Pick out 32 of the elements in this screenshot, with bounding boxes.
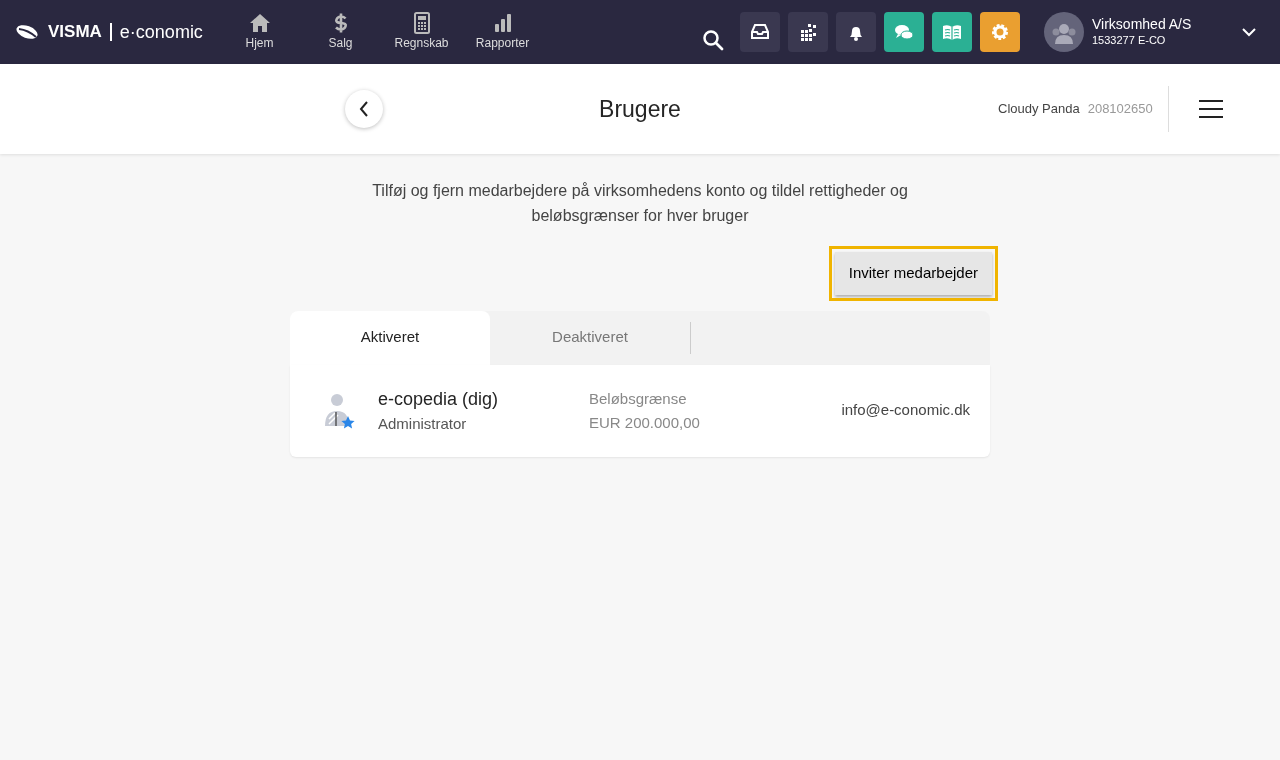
tab[interactable]: Deaktiveret: [490, 310, 690, 365]
tab[interactable]: Aktiveret: [290, 310, 490, 365]
menu-icon[interactable]: [1198, 100, 1223, 118]
nav-item[interactable]: Rapporter: [462, 12, 543, 52]
logo-icon: [16, 25, 40, 39]
logo-brand: VISMA: [48, 21, 102, 44]
account-number: 1533277 E-CO: [1092, 33, 1167, 48]
limit-label: Beløbsgrænse: [589, 388, 688, 409]
avatar-icon[interactable]: [1044, 12, 1084, 52]
toolbar-button[interactable]: [740, 12, 780, 52]
chevron-down-icon[interactable]: [1242, 27, 1256, 37]
logo-product: e·conomic: [119, 20, 203, 44]
settings-icon: [989, 21, 1011, 43]
user-role: Administrator: [378, 413, 468, 434]
intro-text: Tilføj og fjern medarbejdere på virksomhedens konto og tildel rettigheder og beløbsgrænser for hver bruger: [371, 181, 909, 226]
company-name: Virksomhed A/S: [1092, 16, 1193, 34]
nav-item[interactable]: Salg: [300, 12, 381, 52]
user-name: e-copedia (dig): [378, 387, 500, 411]
limit-amount: EUR 200.000,00: [589, 412, 701, 433]
user-id: 208102650: [1087, 100, 1153, 119]
house-icon: [248, 12, 271, 34]
nav-item[interactable]: Hjem: [219, 12, 300, 52]
search-icon[interactable]: [702, 29, 724, 51]
chevron-left-icon: [359, 101, 369, 117]
user-email: info@e-conomic.dk: [840, 400, 970, 421]
back-button[interactable]: [345, 90, 383, 128]
user-admin-icon: [324, 392, 356, 429]
toolbar-button[interactable]: [836, 12, 876, 52]
nav-item[interactable]: Regnskab: [381, 12, 462, 52]
toolbar-button[interactable]: [788, 12, 828, 52]
user-name: Cloudy Panda: [998, 100, 1080, 119]
page-title: Brugere: [598, 94, 682, 124]
